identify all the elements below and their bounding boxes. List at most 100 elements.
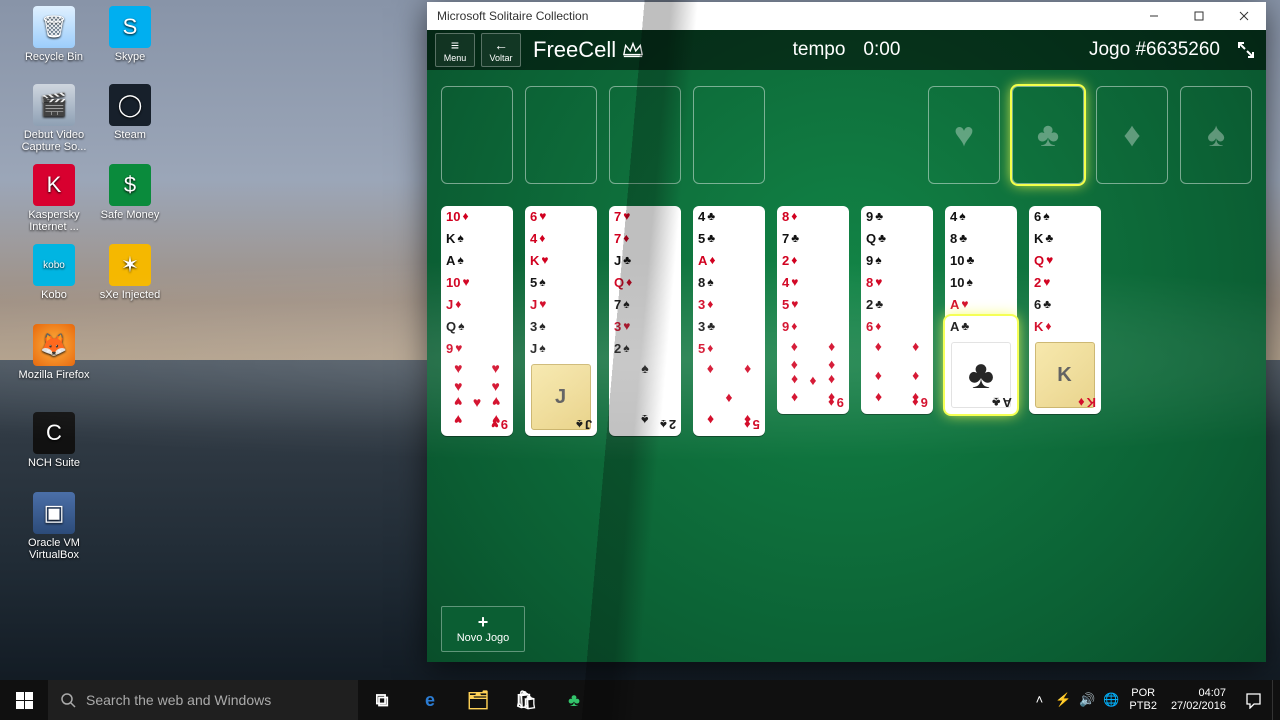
tray-icon-1[interactable]: ⚡ [1051, 692, 1075, 708]
card-corner-tl: 10♦ [446, 210, 508, 223]
tableau-column-1[interactable]: 6♥ ♥♥♥♥♥♥ 6♥4♦ ♦♦♦♦ 4♦K♥ K K♥5♠ ♠♠♠♠♠ 5♠… [525, 206, 597, 436]
card-6-diamonds[interactable]: 6♦ ♦♦♦♦♦♦ 6♦ [861, 316, 933, 414]
card-corner-tl: 6♦ [866, 320, 928, 333]
tableau-column-2[interactable]: 7♥ ♥♥♥♥♥♥♥ 7♥7♦ ♦♦♦♦♦♦♦ 7♦J♣ J J♣Q♦ Q Q♦… [609, 206, 681, 436]
firefox-icon: 🦊 [33, 324, 75, 366]
desktop-icon-recycle-bin[interactable]: 🗑 Recycle Bin [16, 6, 92, 63]
back-button[interactable]: ← Voltar [481, 33, 521, 67]
desktop-icon-kaspersky[interactable]: K Kaspersky Internet ... [16, 164, 92, 233]
free-cell-0[interactable] [441, 86, 513, 184]
desktop-icon-label: Recycle Bin [16, 51, 92, 63]
system-tray: ˄⚡🔊🌐 POR PTB2 04:07 27/02/2016 [1027, 680, 1280, 720]
card-corner-br: 9♦ [828, 395, 844, 410]
card-9-diamonds[interactable]: 9♦ ♦♦♦♦♦♦♦♦♦ 9♦ [777, 316, 849, 414]
window-titlebar[interactable]: Microsoft Solitaire Collection [427, 2, 1266, 30]
tableau-column-4[interactable]: 8♦ ♦♦♦♦♦♦♦♦ 8♦7♣ ♣♣♣♣♣♣♣ 7♣2♦ ♦♦ 2♦4♥ ♥♥… [777, 206, 849, 414]
foundation-hearts[interactable]: ♥ [928, 86, 1000, 184]
search-box[interactable]: Search the web and Windows [48, 680, 358, 720]
tray-icon-0[interactable]: ˄ [1027, 692, 1051, 708]
card-corner-br: 6♦ [912, 395, 928, 410]
card-corner-tl: J♣ [614, 254, 676, 267]
virtualbox-icon: ▣ [33, 492, 75, 534]
window-minimize-button[interactable] [1131, 2, 1176, 30]
desktop-icon-steam[interactable]: ◯ Steam [92, 84, 168, 141]
card-corner-tl: 3♠ [530, 320, 592, 333]
foundation-spades[interactable]: ♠ [1180, 86, 1252, 184]
card-corner-tl: A♦ [698, 254, 760, 267]
card-corner-tl: 5♣ [698, 232, 760, 245]
game-title: FreeCell [533, 37, 644, 63]
tableau-column-7[interactable]: 6♠ ♠♠♠♠♠♠ 6♠K♣ K K♣Q♥ Q Q♥2♥ ♥♥ 2♥6♣ ♣♣♣… [1029, 206, 1101, 414]
tray-icon-2[interactable]: 🔊 [1075, 692, 1099, 708]
foundation-clubs[interactable]: ♣ [1012, 86, 1084, 184]
card-J-spades[interactable]: J♠ J J♠ [525, 338, 597, 436]
taskbar: Search the web and Windows ⧉e🗂🛍 ♣ ˄⚡🔊🌐 PO… [0, 680, 1280, 720]
steam-icon: ◯ [109, 84, 151, 126]
solitaire-icon: ♣ [568, 690, 580, 711]
free-cell-2[interactable] [609, 86, 681, 184]
tableau-column-3[interactable]: 4♣ ♣♣♣♣ 4♣5♣ ♣♣♣♣♣ 5♣A♦ ♦ A♦8♠ ♠♠♠♠♠♠♠♠ … [693, 206, 765, 436]
debut-icon: 🎬 [33, 84, 75, 126]
card-corner-tl: 4♦ [530, 232, 592, 245]
menu-button[interactable]: ≡ Menu [435, 33, 475, 67]
foundation-diamonds[interactable]: ♦ [1096, 86, 1168, 184]
plus-icon: + [478, 614, 489, 630]
desktop-icon-nch[interactable]: C NCH Suite [16, 412, 92, 469]
card-corner-tl: 9♥ [446, 342, 508, 355]
card-5-diamonds[interactable]: 5♦ ♦♦♦♦♦ 5♦ [693, 338, 765, 436]
taskbar-app-solitaire[interactable]: ♣ [550, 680, 598, 720]
spades-icon: ♠ [1207, 116, 1225, 155]
desktop-icon-label: Kobo [16, 289, 92, 301]
show-desktop-button[interactable] [1272, 680, 1280, 720]
card-corner-tl: 5♥ [782, 298, 844, 311]
search-placeholder: Search the web and Windows [86, 692, 271, 708]
tray-language[interactable]: POR PTB2 [1123, 687, 1163, 713]
card-A-clubs[interactable]: A♣ ♣ A♣ [945, 316, 1017, 414]
taskbar-app-explorer[interactable]: 🗂 [454, 680, 502, 720]
card-corner-tl: 7♣ [782, 232, 844, 245]
desktop-icon-firefox[interactable]: 🦊 Mozilla Firefox [16, 324, 92, 381]
solitaire-window: Microsoft Solitaire Collection ≡ Menu [427, 2, 1266, 662]
desktop[interactable]: 🗑 Recycle BinS Skype🎬 Debut Video Captur… [0, 0, 1280, 720]
tray-clock[interactable]: 04:07 27/02/2016 [1163, 687, 1234, 713]
desktop-icon-label: sXe Injected [92, 289, 168, 301]
taskbar-app-edge[interactable]: e [406, 680, 454, 720]
desktop-icon-skype[interactable]: S Skype [92, 6, 168, 63]
new-game-button[interactable]: + Novo Jogo [441, 606, 525, 652]
free-cell-3[interactable] [693, 86, 765, 184]
card-corner-tl: 4♠ [950, 210, 1012, 223]
diamonds-icon: ♦ [1123, 116, 1140, 155]
start-button[interactable] [0, 680, 48, 720]
card-corner-tl: 8♠ [698, 276, 760, 289]
desktop-icon-debut[interactable]: 🎬 Debut Video Capture So... [16, 84, 92, 153]
tableau-column-5[interactable]: 9♣ ♣♣♣♣♣♣♣♣♣ 9♣Q♣ Q Q♣9♠ ♠♠♠♠♠♠♠♠♠ 9♠8♥ … [861, 206, 933, 414]
new-game-label: Novo Jogo [457, 632, 510, 644]
card-corner-br: A♣ [992, 395, 1012, 410]
taskbar-app-store[interactable]: 🛍 [502, 680, 550, 720]
card-K-diamonds[interactable]: K♦ K K♦ [1029, 316, 1101, 414]
desktop-icon-sxe[interactable]: ✶ sXe Injected [92, 244, 168, 301]
tableau-column-6[interactable]: 4♠ ♠♠♠♠ 4♠8♣ ♣♣♣♣♣♣♣♣ 8♣10♣ ♣♣♣♣♣♣♣♣♣♣ 1… [945, 206, 1017, 414]
kaspersky-icon: K [33, 164, 75, 206]
card-9-hearts[interactable]: 9♥ ♥♥♥♥♥♥♥♥♥ 9♥ [441, 338, 513, 436]
desktop-icon-label: Safe Money [92, 209, 168, 221]
tray-icon-3[interactable]: 🌐 [1099, 692, 1123, 708]
desktop-icon-kobo[interactable]: kobo Kobo [16, 244, 92, 301]
free-cell-1[interactable] [525, 86, 597, 184]
window-close-button[interactable] [1221, 2, 1266, 30]
card-2-spades[interactable]: 2♠ ♠♠ 2♠ [609, 338, 681, 436]
card-corner-tl: 10♠ [950, 276, 1012, 289]
desktop-icon-label: Oracle VM VirtualBox [16, 537, 92, 561]
desktop-icon-label: Mozilla Firefox [16, 369, 92, 381]
search-icon [60, 692, 76, 708]
action-center-button[interactable] [1234, 680, 1272, 720]
window-maximize-button[interactable] [1176, 2, 1221, 30]
card-corner-tl: K♠ [446, 232, 508, 245]
taskbar-app-task-view[interactable]: ⧉ [358, 680, 406, 720]
safe-money-icon: $ [109, 164, 151, 206]
card-corner-tl: A♣ [950, 320, 1012, 333]
desktop-icon-virtualbox[interactable]: ▣ Oracle VM VirtualBox [16, 492, 92, 561]
tableau-column-0[interactable]: 10♦ ♦♦♦♦♦♦♦♦♦♦ 10♦K♠ K K♠A♠ ♠ A♠10♥ ♥♥♥♥… [441, 206, 513, 436]
desktop-icon-safe-money[interactable]: $ Safe Money [92, 164, 168, 221]
fullscreen-button[interactable] [1234, 38, 1258, 62]
